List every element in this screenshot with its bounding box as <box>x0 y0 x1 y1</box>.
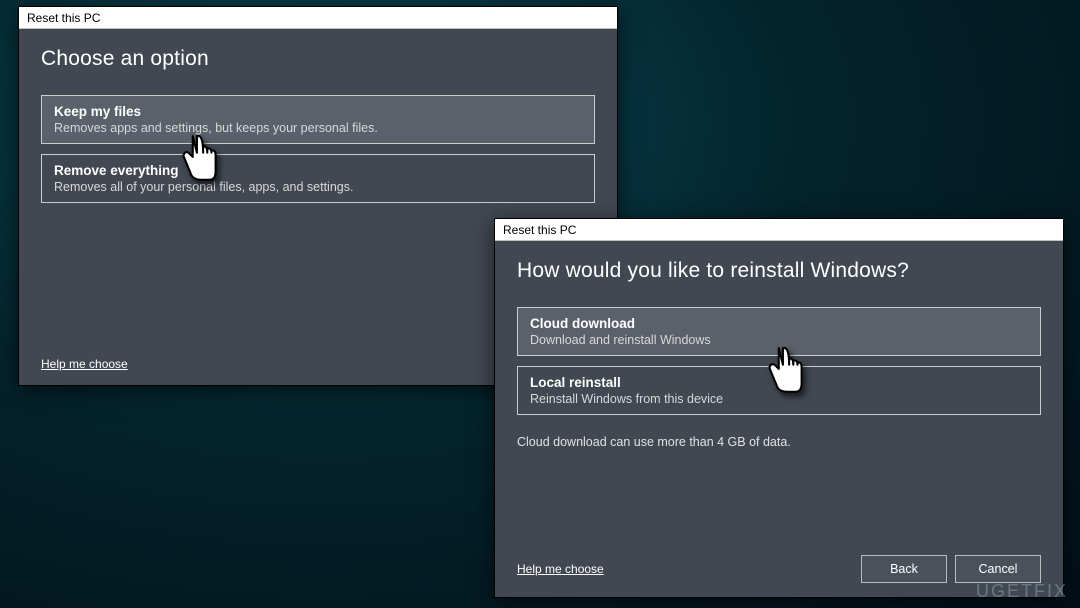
option-subtitle: Download and reinstall Windows <box>530 333 1028 347</box>
dialog-footer: Help me choose Back Cancel <box>517 545 1041 583</box>
watermark: UGETFIX <box>976 581 1068 602</box>
dialog-heading: Choose an option <box>41 47 595 71</box>
option-subtitle: Removes apps and settings, but keeps you… <box>54 121 582 135</box>
option-subtitle: Reinstall Windows from this device <box>530 392 1028 406</box>
option-title: Cloud download <box>530 316 1028 331</box>
option-cloud-download[interactable]: Cloud download Download and reinstall Wi… <box>517 307 1041 356</box>
option-title: Keep my files <box>54 104 582 119</box>
dialog-content: How would you like to reinstall Windows?… <box>495 241 1063 597</box>
back-button[interactable]: Back <box>861 555 947 583</box>
titlebar: Reset this PC <box>19 7 617 29</box>
option-title: Remove everything <box>54 163 582 178</box>
option-local-reinstall[interactable]: Local reinstall Reinstall Windows from t… <box>517 366 1041 415</box>
option-subtitle: Removes all of your personal files, apps… <box>54 180 582 194</box>
help-link[interactable]: Help me choose <box>41 357 128 371</box>
reset-dialog-2: Reset this PC How would you like to rein… <box>494 218 1064 598</box>
option-remove-everything[interactable]: Remove everything Removes all of your pe… <box>41 154 595 203</box>
cloud-data-note: Cloud download can use more than 4 GB of… <box>517 435 1041 449</box>
dialog-heading: How would you like to reinstall Windows? <box>517 259 1041 283</box>
titlebar: Reset this PC <box>495 219 1063 241</box>
button-row: Back Cancel <box>861 555 1041 583</box>
cancel-button[interactable]: Cancel <box>955 555 1041 583</box>
option-keep-my-files[interactable]: Keep my files Removes apps and settings,… <box>41 95 595 144</box>
option-title: Local reinstall <box>530 375 1028 390</box>
help-link[interactable]: Help me choose <box>517 562 604 576</box>
